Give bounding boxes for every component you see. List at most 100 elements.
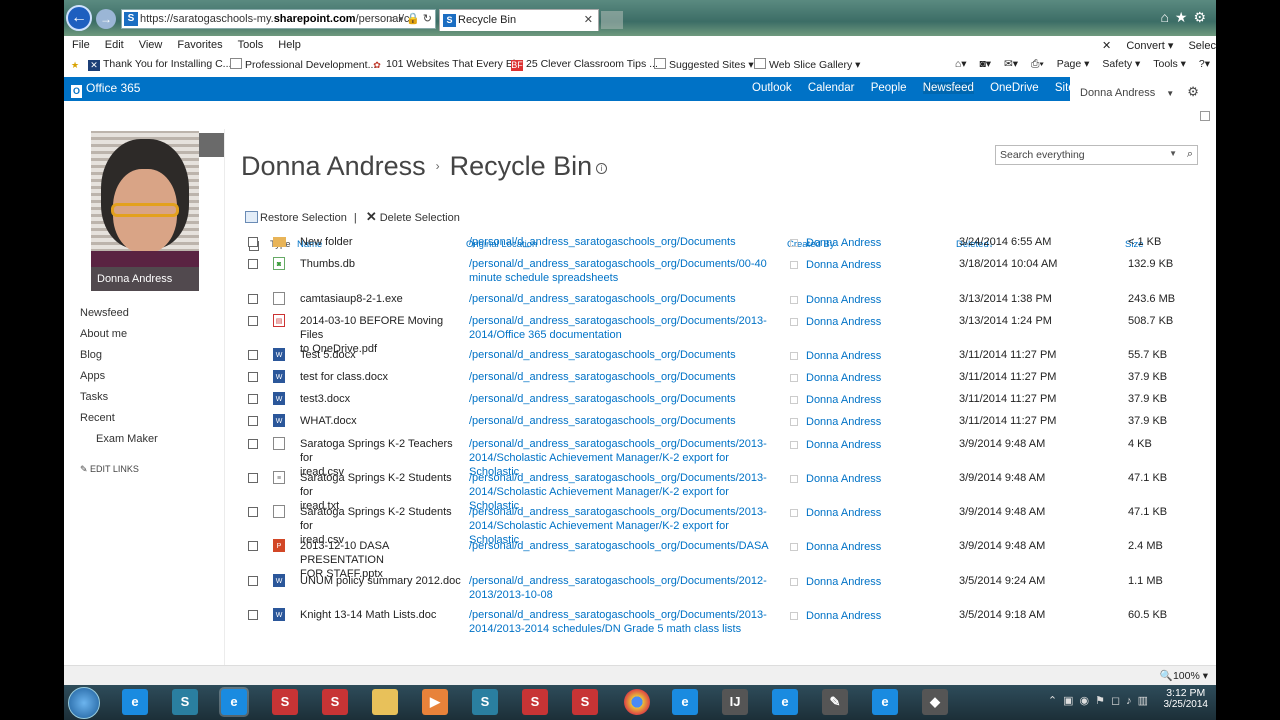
taskbar-ie-icon-3[interactable]: e: [772, 689, 798, 715]
favorite-item-4[interactable]: BF 25 Clever Classroom Tips ...: [511, 58, 658, 71]
taskbar-folder-icon[interactable]: [372, 689, 398, 715]
row-checkbox[interactable]: [248, 576, 258, 586]
safety-menu[interactable]: Safety ▾: [1102, 58, 1140, 70]
taskbar-snagit-icon[interactable]: S: [272, 689, 298, 715]
favorite-item-3[interactable]: ✿ 101 Websites That Every El...: [371, 58, 524, 71]
print-icon[interactable]: ⎙▾: [1031, 58, 1044, 70]
row-created-by[interactable]: Donna Andress: [790, 371, 881, 385]
taskbar-app-icon-3[interactable]: ◆: [922, 689, 948, 715]
row-original-location[interactable]: /personal/d_andress_saratogaschools_org/…: [469, 370, 779, 384]
gear-icon[interactable]: ⚙: [1187, 84, 1199, 99]
start-button[interactable]: [68, 687, 100, 719]
row-checkbox[interactable]: [248, 294, 258, 304]
row-created-by[interactable]: Donna Andress: [790, 506, 881, 520]
table-row[interactable]: ≡ Saratoga Springs K-2 Students for iread.…: [245, 471, 1205, 512]
taskbar-app-icon-2[interactable]: ✎: [822, 689, 848, 715]
favorite-item-5[interactable]: Suggested Sites ▾: [654, 58, 754, 71]
row-created-by[interactable]: Donna Andress: [790, 438, 881, 452]
row-checkbox[interactable]: [248, 416, 258, 426]
suite-link-calendar[interactable]: Calendar: [808, 82, 855, 94]
row-created-by[interactable]: Donna Andress: [790, 349, 881, 363]
nav-recent[interactable]: Recent: [80, 412, 158, 433]
table-row[interactable]: W UNUM policy summary 2012.doc/personal/d…: [245, 574, 1205, 604]
suite-link-newsfeed[interactable]: Newsfeed: [922, 82, 974, 94]
row-checkbox[interactable]: [248, 507, 258, 517]
favorite-item-2[interactable]: Professional Development...: [230, 58, 376, 71]
row-created-by[interactable]: Donna Andress: [790, 472, 881, 486]
row-created-by[interactable]: Donna Andress: [790, 258, 881, 272]
system-clock[interactable]: 3:12 PM 3/25/2014: [1164, 687, 1209, 710]
row-name[interactable]: UNUM policy summary 2012.doc: [300, 574, 465, 588]
row-checkbox[interactable]: [248, 439, 258, 449]
row-name[interactable]: test3.docx: [300, 392, 465, 406]
table-row[interactable]: ◙ Thumbs.db/personal/d_andress_saratogasc…: [245, 257, 1205, 287]
site-breadcrumb[interactable]: Donna Andress: [241, 151, 426, 181]
row-name[interactable]: camtasiaup8-2-1.exe: [300, 292, 465, 306]
nav-apps[interactable]: Apps: [80, 370, 158, 391]
taskbar-sharepoint-icon[interactable]: S: [172, 689, 198, 715]
nav-about-me[interactable]: About me: [80, 328, 158, 349]
row-original-location[interactable]: /personal/d_andress_saratogaschools_org/…: [469, 392, 779, 406]
close-icon[interactable]: ✕: [1102, 40, 1111, 52]
favorite-item-6[interactable]: Web Slice Gallery ▾: [754, 58, 860, 71]
focus-content-icon[interactable]: [1200, 111, 1210, 121]
row-name[interactable]: Knight 13-14 Math Lists.doc: [300, 608, 465, 622]
row-checkbox[interactable]: [248, 610, 258, 620]
search-scope-dropdown-icon[interactable]: ▼: [1169, 149, 1177, 158]
row-name[interactable]: test for class.docx: [300, 370, 465, 384]
row-original-location[interactable]: /personal/d_andress_saratogaschools_org/…: [469, 257, 779, 285]
back-button[interactable]: ←: [66, 5, 92, 31]
table-row[interactable]: Saratoga Springs K-2 Teachers for iread.c…: [245, 437, 1205, 478]
select-button[interactable]: Selec: [1188, 40, 1216, 52]
taskbar-sharepoint-icon-2[interactable]: S: [472, 689, 498, 715]
row-checkbox[interactable]: [248, 541, 258, 551]
taskbar-ie-active-icon[interactable]: e: [221, 689, 247, 715]
zoom-control[interactable]: 🔍100% ▾: [1160, 669, 1208, 682]
user-menu[interactable]: Donna Andress ▼ ⚙ ?: [1070, 77, 1216, 112]
suite-link-outlook[interactable]: Outlook: [752, 82, 792, 94]
favorite-item-1[interactable]: ✕ Thank You for Installing C...: [88, 58, 231, 71]
convert-button[interactable]: Convert ▾: [1126, 40, 1173, 52]
row-name[interactable]: New folder: [300, 235, 465, 249]
search-icon[interactable]: ⌕: [1187, 148, 1193, 161]
home-icon[interactable]: ⌂▾: [955, 58, 967, 70]
taskbar-chrome-icon[interactable]: [624, 689, 650, 715]
row-created-by[interactable]: Donna Andress: [790, 540, 881, 554]
feeds-icon[interactable]: ◙▾: [979, 58, 991, 70]
taskbar-ie-icon-2[interactable]: e: [672, 689, 698, 715]
url-actions-icons[interactable]: ⌕ ▾ 🔒 ↻: [389, 10, 432, 28]
url-field[interactable]: S https://saratogaschools-my.sharepoint.…: [121, 9, 436, 29]
nav-exam-maker[interactable]: Exam Maker: [80, 433, 158, 454]
row-created-by[interactable]: Donna Andress: [790, 609, 881, 623]
delete-selection-button[interactable]: Delete Selection: [380, 212, 460, 224]
row-name[interactable]: Test 5.docx: [300, 348, 465, 362]
menu-file[interactable]: File: [64, 36, 97, 51]
menu-help[interactable]: Help: [270, 36, 308, 51]
row-checkbox[interactable]: [248, 237, 258, 247]
taskbar-snagit-icon-3[interactable]: S: [522, 689, 548, 715]
system-tray-icons[interactable]: ⌃▣◉⚑◻♪▥: [1048, 694, 1154, 707]
suite-link-onedrive[interactable]: OneDrive: [990, 82, 1039, 94]
menu-view[interactable]: View: [131, 36, 170, 51]
taskbar-ie-icon-4[interactable]: e: [872, 689, 898, 715]
tab-close-icon[interactable]: ✕: [584, 10, 593, 31]
menu-tools[interactable]: Tools: [230, 36, 271, 51]
home-favorites-settings-icons[interactable]: ⌂★⚙: [1160, 9, 1212, 26]
nav-blog[interactable]: Blog: [80, 349, 158, 370]
row-original-location[interactable]: /personal/d_andress_saratogaschools_org/…: [469, 235, 779, 249]
row-created-by[interactable]: Donna Andress: [790, 236, 881, 250]
row-created-by[interactable]: Donna Andress: [790, 393, 881, 407]
restore-selection-button[interactable]: Restore Selection: [260, 212, 347, 224]
row-name[interactable]: WHAT.docx: [300, 414, 465, 428]
row-original-location[interactable]: /personal/d_andress_saratogaschools_org/…: [469, 292, 779, 306]
help-icon[interactable]: ?▾: [1199, 58, 1210, 70]
profile-photo[interactable]: Donna Andress: [91, 131, 199, 291]
row-original-location[interactable]: /personal/d_andress_saratogaschools_org/…: [469, 314, 779, 342]
tab-recycle-bin[interactable]: S Recycle Bin ✕: [439, 9, 599, 31]
taskbar-ie-icon[interactable]: e: [122, 689, 148, 715]
row-checkbox[interactable]: [248, 259, 258, 269]
edit-links[interactable]: ✎ EDIT LINKS: [80, 464, 158, 485]
taskbar-app-icon[interactable]: IJ: [722, 689, 748, 715]
search-box[interactable]: Search everything ▼ ⌕: [995, 145, 1198, 165]
forward-button[interactable]: →: [96, 9, 116, 29]
